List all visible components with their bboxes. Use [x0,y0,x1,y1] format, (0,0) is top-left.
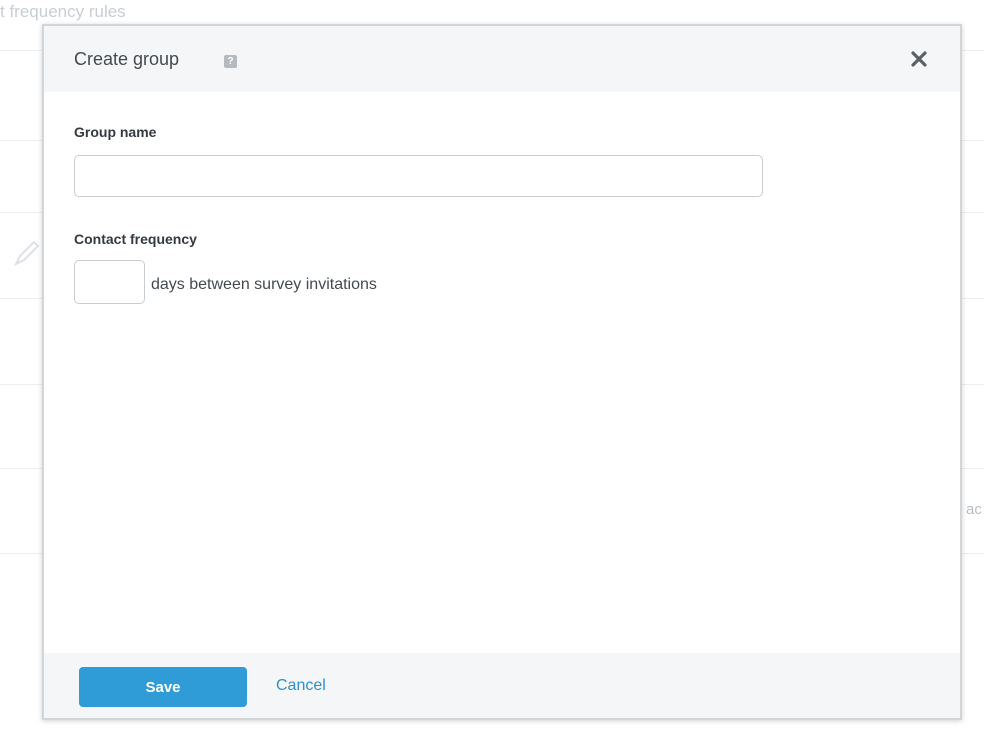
contact-frequency-days-input[interactable] [74,260,145,304]
group-name-label: Group name [74,124,157,140]
pencil-icon [13,240,40,267]
background-page-title: t frequency rules [0,2,126,21]
background-row-text: ac [966,501,982,518]
question-icon[interactable]: ? [224,55,237,68]
dialog-title: Create group [74,49,180,69]
save-button[interactable]: Save [79,667,247,707]
contact-frequency-suffix: days between survey invitations [151,276,377,293]
cancel-button[interactable]: Cancel [276,677,326,695]
create-group-dialog: Create group ? Group name Contact freque… [42,24,962,720]
dialog-header: Create group ? [44,26,960,92]
group-name-input[interactable] [74,155,763,197]
close-icon[interactable] [908,48,930,70]
contact-frequency-label: Contact frequency [74,231,197,247]
dialog-footer: Save Cancel [44,653,960,718]
